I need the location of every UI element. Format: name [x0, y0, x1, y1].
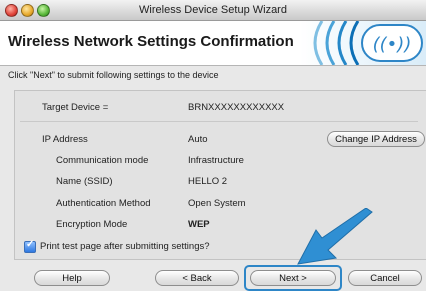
ip-address-label: IP Address — [42, 134, 88, 145]
encryption-mode-label: Encryption Mode — [56, 219, 128, 230]
ssid-value: HELLO 2 — [188, 176, 228, 187]
cancel-button[interactable]: Cancel — [348, 270, 422, 286]
encryption-mode-value: WEP — [188, 219, 210, 230]
back-button[interactable]: < Back — [155, 270, 239, 286]
window-title: Wireless Device Setup Wizard — [139, 4, 287, 16]
print-test-page-checkbox[interactable]: ✓ — [24, 239, 36, 253]
authentication-method-value: Open System — [188, 198, 246, 209]
instruction-text: Click "Next" to submit following setting… — [8, 70, 219, 80]
target-device-value: BRNXXXXXXXXXXXX — [188, 102, 285, 113]
change-ip-address-button[interactable]: Change IP Address — [327, 131, 425, 147]
communication-mode-label: Communication mode — [56, 155, 149, 166]
authentication-method-label: Authentication Method — [56, 198, 151, 209]
target-device-label: Target Device = — [42, 102, 109, 113]
checkmark-icon: ✓ — [26, 239, 35, 250]
ip-address-value: Auto — [188, 134, 208, 145]
header-banner: Wireless Network Settings Confirmation (… — [0, 21, 426, 66]
wizard-window: Wireless Device Setup Wizard Wireless Ne… — [0, 0, 426, 291]
communication-mode-value: Infrastructure — [188, 155, 244, 166]
help-button[interactable]: Help — [34, 270, 110, 286]
print-test-page-label[interactable]: Print test page after submitting setting… — [40, 241, 210, 252]
svg-text:((•)): ((•)) — [373, 34, 412, 55]
ssid-label: Name (SSID) — [56, 176, 113, 187]
title-bar: Wireless Device Setup Wizard — [0, 0, 426, 21]
divider — [20, 121, 418, 122]
page-title: Wireless Network Settings Confirmation — [8, 33, 294, 50]
wireless-logo-icon: ((•)) — [300, 21, 426, 65]
pointer-arrow-icon — [297, 208, 373, 265]
